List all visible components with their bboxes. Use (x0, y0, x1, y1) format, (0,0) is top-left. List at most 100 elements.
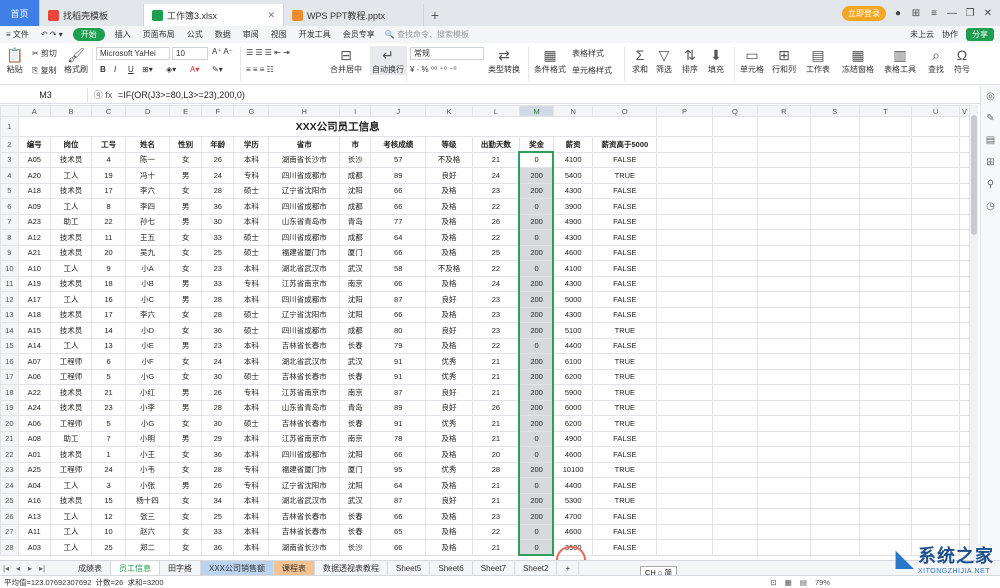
cell[interactable] (711, 244, 759, 261)
table-cell[interactable]: 22 (471, 337, 521, 354)
align-top-icons[interactable]: ☰ ☰ ☰ ⇤ ⇥ (246, 48, 290, 57)
table-cell[interactable]: 工人 (49, 523, 93, 540)
cell[interactable] (958, 461, 970, 478)
column-header-L[interactable]: L (471, 105, 521, 117)
column-header-R[interactable]: R (757, 105, 811, 117)
table-cell[interactable]: 25 (471, 244, 521, 261)
cell[interactable] (656, 461, 713, 478)
row-header[interactable]: 8 (0, 229, 19, 246)
table-cell[interactable]: TRUE (592, 353, 658, 370)
cell[interactable] (809, 384, 860, 401)
row-header[interactable]: 10 (0, 260, 19, 277)
fx-icon[interactable]: ⓠ fx (88, 88, 118, 101)
table-cell[interactable]: 及格 (425, 244, 473, 261)
cell[interactable] (711, 399, 759, 416)
table-cell[interactable]: 24 (201, 167, 235, 184)
bonus-cell[interactable]: 200 (519, 415, 555, 432)
cell[interactable] (757, 244, 811, 261)
cell[interactable] (757, 523, 811, 540)
bonus-cell[interactable]: 200 (519, 275, 555, 292)
table-cell[interactable]: 不及格 (425, 151, 473, 168)
sheet-tab-sheet6[interactable]: Sheet6 (430, 560, 473, 576)
row-header[interactable]: 27 (0, 523, 19, 540)
table-cell[interactable]: 5400 (553, 167, 594, 184)
cell[interactable] (958, 136, 970, 153)
table-cell[interactable]: 男 (169, 430, 203, 447)
bonus-cell[interactable]: 200 (519, 182, 555, 199)
table-cell[interactable]: 武汉 (339, 492, 372, 509)
bonus-cell[interactable]: 200 (519, 322, 555, 339)
table-cell[interactable]: 专科 (233, 167, 270, 184)
cell[interactable] (757, 260, 811, 277)
table-cell[interactable]: 89 (370, 399, 427, 416)
table-cell[interactable]: 小C (125, 291, 171, 308)
table-cell[interactable]: A19 (17, 275, 51, 292)
table-cell[interactable]: 小G (125, 368, 171, 385)
bonus-cell[interactable]: 200 (519, 384, 555, 401)
cell[interactable] (809, 116, 860, 137)
cell[interactable] (911, 116, 960, 137)
sheet-tab-sales[interactable]: XXX公司销售额 (201, 560, 275, 576)
cell[interactable] (958, 399, 970, 416)
close-tab-icon[interactable]: ✕ (261, 10, 275, 21)
row-header[interactable]: 12 (0, 291, 19, 308)
merge-center-button[interactable]: ⊟ 合并居中 (330, 46, 362, 75)
cell[interactable] (958, 508, 970, 525)
table-cell[interactable]: 24 (471, 275, 521, 292)
table-cell[interactable]: 工人 (49, 198, 93, 215)
cell[interactable] (958, 116, 970, 137)
table-cell[interactable]: 孙七 (125, 213, 171, 230)
cell[interactable] (858, 430, 913, 447)
cell[interactable] (958, 384, 970, 401)
cell[interactable] (711, 116, 759, 137)
table-cell[interactable]: 87 (370, 291, 427, 308)
table-cell[interactable]: 工人 (49, 508, 93, 525)
cell-style-button[interactable]: 单元格样式 (572, 65, 612, 76)
cell[interactable] (911, 167, 960, 184)
table-cell[interactable]: 男 (169, 399, 203, 416)
table-cell[interactable]: 男 (169, 213, 203, 230)
undo-icon[interactable]: ↶ ↷ ▾ (35, 30, 69, 39)
login-button[interactable]: 立即登录 (842, 5, 886, 21)
table-cell[interactable]: 36 (201, 198, 235, 215)
table-cell[interactable]: 23 (471, 182, 521, 199)
cell[interactable] (911, 213, 960, 230)
font-color-icon[interactable]: A▾ (190, 65, 199, 74)
table-cell[interactable]: 长春 (339, 415, 372, 432)
cell[interactable] (911, 477, 960, 494)
table-cell[interactable]: FALSE (592, 244, 658, 261)
table-cell[interactable]: 工人 (49, 477, 93, 494)
cell[interactable] (757, 213, 811, 230)
table-tools-button[interactable]: ▥ 表格工具 (884, 46, 916, 75)
table-cell[interactable]: 21 (471, 384, 521, 401)
table-cell[interactable]: 58 (370, 260, 427, 277)
table-header-cell[interactable]: 姓名 (125, 136, 171, 153)
cell[interactable] (757, 275, 811, 292)
row-header[interactable]: 26 (0, 508, 19, 525)
cell[interactable] (711, 430, 759, 447)
table-cell[interactable]: 及格 (425, 477, 473, 494)
first-sheet-icon[interactable]: |◂ (0, 564, 12, 573)
table-cell[interactable]: 杨十四 (125, 492, 171, 509)
table-cell[interactable]: 沈阳 (339, 306, 372, 323)
table-cell[interactable]: 4300 (553, 306, 594, 323)
table-cell[interactable]: 13 (91, 337, 127, 354)
wrap-text-button[interactable]: ↵ 自动换行 (370, 46, 406, 75)
cell[interactable] (911, 322, 960, 339)
table-cell[interactable]: 小E (125, 337, 171, 354)
column-header-N[interactable]: N (553, 105, 594, 117)
table-cell[interactable]: 女 (169, 151, 203, 168)
table-cell[interactable]: 9 (91, 260, 127, 277)
cell[interactable] (809, 275, 860, 292)
bonus-cell[interactable]: 200 (519, 291, 555, 308)
table-cell[interactable]: 28 (201, 182, 235, 199)
table-cell[interactable]: 33 (201, 275, 235, 292)
table-cell[interactable]: 女 (169, 492, 203, 509)
table-cell[interactable]: 23 (91, 399, 127, 416)
table-header-cell[interactable]: 薪资 (553, 136, 594, 153)
table-cell[interactable]: 工程师 (49, 461, 93, 478)
table-header-cell[interactable]: 性别 (169, 136, 203, 153)
table-cell[interactable]: 江苏省南京市 (268, 275, 341, 292)
cell[interactable] (911, 492, 960, 509)
cell[interactable] (656, 539, 713, 556)
